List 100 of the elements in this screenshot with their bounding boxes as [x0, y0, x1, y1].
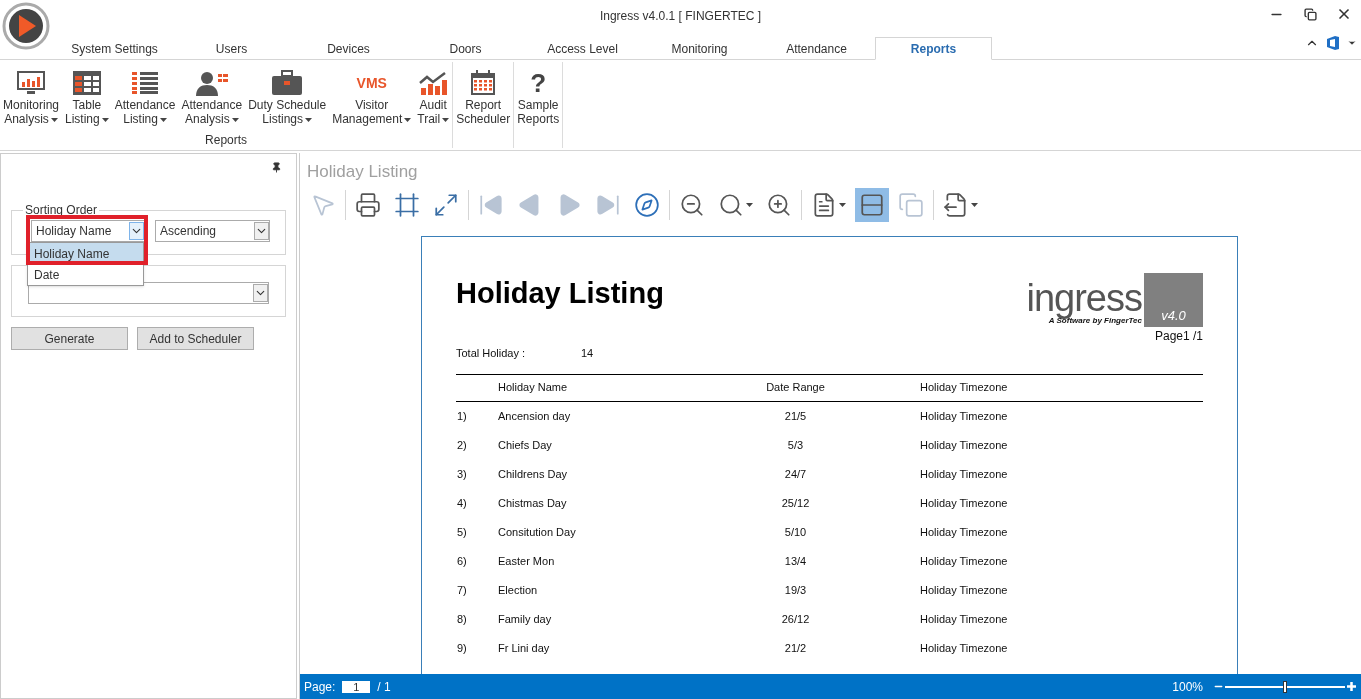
office-icon[interactable] [1327, 36, 1339, 50]
last-page-icon [595, 192, 621, 218]
ribbon-button[interactable]: Duty Schedule Listings [245, 62, 330, 126]
ribbon-button[interactable]: Report Scheduler [453, 62, 514, 126]
chart-icon [419, 71, 448, 95]
zoom-out-icon [679, 192, 705, 218]
table-cell-text: 21/5 [783, 408, 808, 424]
table-cell-text: 25/12 [780, 495, 811, 511]
table-cell-text: Election [498, 582, 539, 598]
close-icon[interactable] [1336, 6, 1352, 22]
table-cell-text: Holiday Timezone [920, 466, 1008, 482]
list-icon [132, 72, 159, 94]
ribbon-tab[interactable]: Access Level [524, 37, 641, 60]
row-number: 5) [456, 524, 468, 540]
ribbon-tab[interactable]: Monitoring [641, 37, 758, 60]
panel-button[interactable]: Generate [11, 327, 128, 350]
row-number: 8) [456, 611, 468, 627]
row-number: 6) [456, 553, 468, 569]
total-label: Total Holiday : [456, 346, 527, 361]
ribbon-button[interactable]: Attendance Analysis [178, 62, 246, 126]
page-label: Page: [304, 678, 336, 696]
report-logo: ingress A Software by FingerTec v4.0 [1026, 273, 1203, 327]
table-cell-text: Fr Lini day [498, 640, 551, 656]
row-number: 2) [456, 437, 468, 453]
export-icon [943, 192, 969, 218]
ribbon-tab[interactable]: Attendance [758, 37, 875, 60]
ribbon-tab[interactable]: System Settings [56, 37, 173, 60]
pin-icon[interactable] [271, 162, 282, 173]
table-cell-text: Easter Mon [498, 553, 556, 569]
person-icon [195, 70, 228, 96]
zoom-slider[interactable] [1225, 680, 1345, 693]
monitor-chart-icon [16, 70, 46, 96]
column-header: Holiday Timezone [920, 380, 1008, 396]
slider-thumb[interactable] [1283, 680, 1287, 693]
first-page-icon [478, 192, 504, 218]
table-cell-text: 19/3 [783, 582, 808, 598]
magnifier-icon [718, 192, 744, 218]
ribbon-button[interactable]: ? Sample Reports [514, 62, 563, 126]
table-cell-text: Holiday Timezone [920, 553, 1008, 569]
caret-icon [746, 203, 753, 207]
frame-icon [394, 192, 420, 218]
table-cell-text: Chistmas Day [498, 495, 568, 511]
page-field[interactable]: 1 [342, 680, 371, 693]
row-number: 9) [456, 640, 468, 656]
table-cell-text: 5/3 [786, 437, 805, 453]
table-cell-text: Consitution Day [498, 524, 577, 540]
ribbon-tab[interactable]: Users [173, 37, 290, 60]
chevron-icon[interactable] [253, 284, 268, 302]
group-label: Reports [204, 132, 249, 149]
report-title: Holiday Listing [456, 279, 664, 311]
table-cell-text: 26/12 [780, 611, 811, 627]
caret-icon [971, 203, 978, 207]
table-cell-text: 13/4 [783, 553, 808, 569]
table-cell-text: 21/2 [783, 640, 808, 656]
table-cell-text: Chiefs Day [498, 437, 553, 453]
chevron-icon[interactable] [254, 222, 269, 240]
row-number: 3) [456, 466, 468, 482]
row-number: 7) [456, 582, 468, 598]
table-cell-text: Holiday Timezone [920, 524, 1008, 540]
question-icon: ? [530, 70, 547, 96]
dropdown-option[interactable]: Date [28, 264, 143, 285]
sort-direction-dropdown[interactable]: Ascending [155, 220, 270, 242]
restore-icon[interactable] [1303, 7, 1317, 21]
table-cell-text: Childrens Day [498, 466, 569, 482]
row-number: 1) [456, 408, 468, 424]
zoom-in-icon [766, 192, 792, 218]
table-cell-text: Holiday Timezone [920, 611, 1008, 627]
one-page-icon [859, 192, 885, 218]
page-total: / 1 [377, 678, 391, 696]
caret-icon[interactable] [1347, 38, 1357, 48]
table-cell-text: Ancension day [498, 408, 572, 424]
zoom-in-icon[interactable] [1346, 681, 1357, 692]
calendar-icon [470, 70, 497, 96]
table-cell-text: Holiday Timezone [920, 495, 1008, 511]
document-icon [811, 192, 837, 218]
ribbon-tab[interactable]: Reports [875, 37, 992, 60]
ribbon-button[interactable]: Monitoring Analysis [0, 62, 63, 126]
ribbon-tab[interactable]: Devices [290, 37, 407, 60]
ribbon-tab[interactable]: Doors [407, 37, 524, 60]
table-cell-text: 5/10 [783, 524, 808, 540]
group-label: Sorting Order [24, 202, 99, 219]
table-cell-text: Holiday Timezone [920, 640, 1008, 656]
panel-button[interactable]: Add to Scheduler [137, 327, 254, 350]
ribbon-button[interactable]: VMS Visitor Management [329, 62, 415, 126]
vms-icon: VMS [356, 76, 387, 90]
total-value: 14 [581, 346, 594, 361]
ribbon-button[interactable]: Attendance Listing [111, 62, 179, 126]
expand-icon [433, 192, 459, 218]
table-cell-text: Family day [498, 611, 553, 627]
preview-title: Holiday Listing [306, 161, 419, 183]
page-number: Page1 /1 [1154, 328, 1203, 345]
column-header: Date Range [765, 380, 826, 396]
ribbon-button[interactable]: Table Listing [62, 62, 112, 126]
table-cell-text: Holiday Timezone [920, 437, 1008, 453]
zoom-level: 100% [1172, 678, 1203, 696]
row-number: 4) [456, 495, 468, 511]
ribbon-button[interactable]: Audit Trail [414, 62, 453, 126]
chevron-icon[interactable] [129, 222, 144, 240]
sort-field-dropdown[interactable]: Holiday Name [31, 220, 145, 242]
toolbar-button[interactable] [855, 188, 889, 222]
